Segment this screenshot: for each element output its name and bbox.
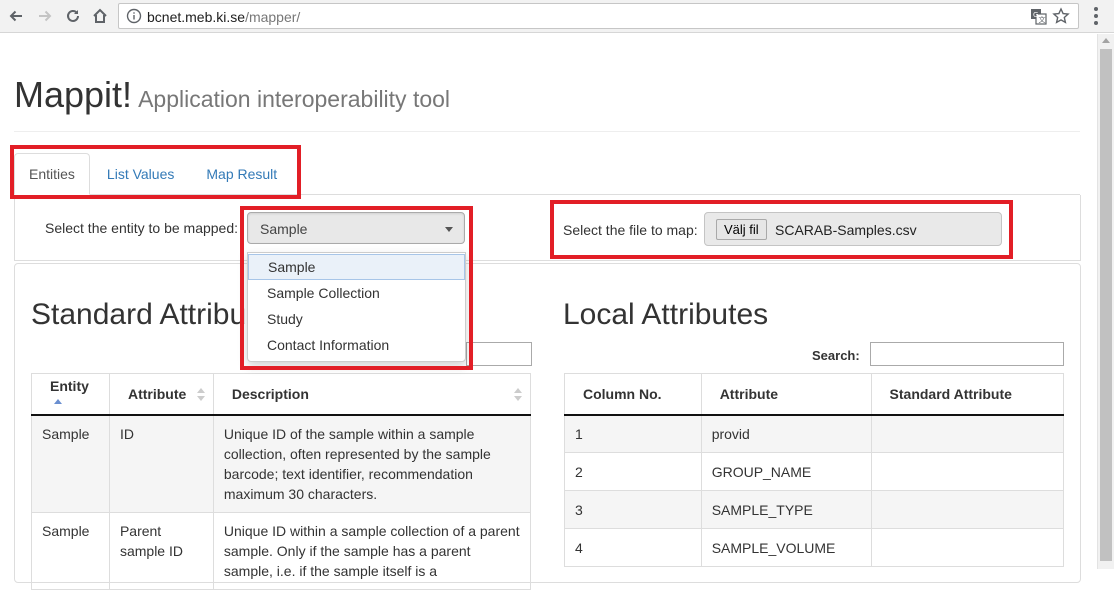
- selected-file-name: SCARAB-Samples.csv: [775, 222, 917, 238]
- sort-icon: [514, 388, 522, 402]
- tab-entities[interactable]: Entities: [14, 153, 90, 195]
- browser-menu-icon[interactable]: [1086, 6, 1106, 26]
- dropdown-option-study[interactable]: Study: [248, 306, 465, 332]
- translate-icon[interactable]: G文: [1030, 8, 1047, 30]
- local-search-label: Search:: [812, 348, 860, 363]
- tab-list-values[interactable]: List Values: [92, 153, 189, 194]
- scrollbar-thumb[interactable]: [1100, 49, 1112, 561]
- cell-entity: Sample: [31, 511, 110, 590]
- column-header-attribute[interactable]: Attribute: [108, 373, 214, 416]
- chevron-down-icon: [445, 227, 453, 232]
- column-header-label: Entity: [50, 377, 89, 394]
- entity-select[interactable]: Sample: [247, 212, 465, 244]
- local-attributes-table: Column No. Attribute Standard Attribute …: [564, 373, 1065, 567]
- dropdown-option-contact-information[interactable]: Contact Information: [248, 332, 465, 358]
- dropdown-option-sample-collection[interactable]: Sample Collection: [248, 280, 465, 306]
- column-header-entity[interactable]: Entity: [31, 373, 110, 416]
- standard-attributes-title: Standard Attribu: [31, 298, 247, 331]
- column-header-attribute[interactable]: Attribute: [700, 373, 872, 416]
- cell-attribute: provid: [700, 414, 872, 453]
- cell-description: Unique ID within a sample collection of …: [212, 511, 532, 590]
- column-header-description[interactable]: Description: [212, 373, 532, 416]
- url-host: bcnet.meb.ki.se: [147, 9, 246, 25]
- cell-entity: Sample: [31, 414, 110, 513]
- cell-standard-attribute[interactable]: [870, 490, 1065, 529]
- main-tabs: Entities List Values Map Result: [14, 153, 294, 195]
- table-row[interactable]: 4 SAMPLE_VOLUME: [564, 528, 1065, 567]
- local-search-input[interactable]: [870, 342, 1064, 366]
- table-row[interactable]: Sample Parent sample ID Unique ID within…: [31, 511, 532, 590]
- choose-file-button[interactable]: Välj fil: [716, 219, 767, 240]
- table-row[interactable]: 1 provid: [564, 414, 1065, 453]
- table-row[interactable]: Sample ID Unique ID of the sample within…: [31, 414, 532, 513]
- cell-attribute: SAMPLE_TYPE: [700, 490, 872, 529]
- standard-attributes-table: Entity Attribute Description Sample ID U…: [31, 373, 532, 590]
- page-scrollbar[interactable]: [1097, 34, 1114, 569]
- cell-standard-attribute[interactable]: [870, 528, 1065, 567]
- cell-column-no: 2: [564, 452, 702, 491]
- standard-search-input[interactable]: [466, 342, 532, 366]
- cell-attribute: ID: [108, 414, 214, 513]
- cell-standard-attribute[interactable]: [870, 452, 1065, 491]
- cell-column-no: 3: [564, 490, 702, 529]
- file-select-label: Select the file to map:: [563, 222, 698, 238]
- cell-attribute: SAMPLE_VOLUME: [700, 528, 872, 567]
- cell-column-no: 1: [564, 414, 702, 453]
- cell-standard-attribute[interactable]: [870, 414, 1065, 453]
- forward-icon[interactable]: [34, 5, 56, 27]
- home-icon[interactable]: [89, 5, 111, 27]
- column-header-column-no[interactable]: Column No.: [564, 373, 702, 416]
- local-attributes-title: Local Attributes: [563, 298, 769, 331]
- app-subtitle: Application interoperability tool: [138, 86, 451, 112]
- scroll-up-icon[interactable]: [1102, 38, 1110, 43]
- url-text: bcnet.meb.ki.se/mapper/: [147, 9, 300, 25]
- table-header-row: Entity Attribute Description: [31, 373, 532, 416]
- column-header-label: Description: [231, 385, 309, 402]
- entity-select-label: Select the entity to be mapped:: [45, 220, 239, 236]
- info-icon[interactable]: [126, 8, 142, 29]
- column-header-label: Attribute: [127, 385, 187, 402]
- tab-map-result[interactable]: Map Result: [191, 153, 292, 194]
- table-row[interactable]: 3 SAMPLE_TYPE: [564, 490, 1065, 529]
- page-title: Mappit! Application interoperability tool: [14, 74, 450, 116]
- header-divider: [14, 131, 1080, 132]
- cell-attribute: Parent sample ID: [108, 511, 214, 590]
- dropdown-option-sample[interactable]: Sample: [248, 254, 465, 280]
- cell-attribute: GROUP_NAME: [700, 452, 872, 491]
- entity-dropdown-menu: Sample Sample Collection Study Contact I…: [247, 252, 466, 362]
- sort-icon: [196, 388, 205, 402]
- reload-icon[interactable]: [62, 5, 84, 27]
- url-path: /mapper/: [245, 9, 301, 25]
- table-row[interactable]: 2 GROUP_NAME: [564, 452, 1065, 491]
- cell-description: Unique ID of the sample within a sample …: [212, 414, 532, 513]
- table-header-row: Column No. Attribute Standard Attribute: [564, 373, 1065, 416]
- bookmark-star-icon[interactable]: [1052, 7, 1070, 30]
- app-title: Mappit!: [14, 74, 133, 115]
- sort-ascending-icon: [54, 398, 62, 404]
- back-icon[interactable]: [5, 5, 27, 27]
- cell-column-no: 4: [564, 528, 702, 567]
- browser-toolbar: bcnet.meb.ki.se/mapper/ G文: [0, 0, 1114, 33]
- file-input[interactable]: Välj fil SCARAB-Samples.csv: [704, 212, 1002, 246]
- entity-select-value: Sample: [260, 221, 308, 237]
- svg-text:文: 文: [1039, 15, 1046, 24]
- address-bar[interactable]: bcnet.meb.ki.se/mapper/ G文: [118, 3, 1079, 29]
- column-header-standard-attribute[interactable]: Standard Attribute: [870, 373, 1065, 416]
